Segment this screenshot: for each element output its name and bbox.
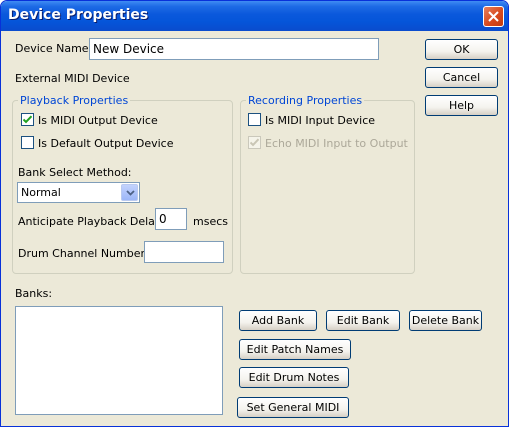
anticipate-delay-label: Anticipate Playback Delay:: [18, 215, 165, 228]
bank-select-method-dropdown[interactable]: Normal: [17, 182, 140, 203]
is-default-output-checkbox[interactable]: [21, 136, 34, 149]
edit-patch-names-button[interactable]: Edit Patch Names: [239, 339, 351, 360]
is-midi-output-checkbox[interactable]: [21, 113, 34, 126]
external-midi-label: External MIDI Device: [15, 72, 130, 85]
bank-select-method-label: Bank Select Method:: [18, 166, 132, 179]
recording-properties-title: Recording Properties: [246, 94, 365, 107]
banks-list[interactable]: [15, 306, 223, 415]
is-midi-output-label[interactable]: Is MIDI Output Device: [38, 114, 158, 127]
set-general-midi-button[interactable]: Set General MIDI: [237, 397, 349, 418]
drum-channel-input[interactable]: [144, 241, 224, 263]
cancel-button[interactable]: Cancel: [425, 67, 498, 88]
bank-select-method-value: Normal: [21, 186, 61, 199]
close-icon: [488, 11, 499, 22]
device-name-input[interactable]: [89, 38, 379, 60]
is-midi-input-label[interactable]: Is MIDI Input Device: [265, 114, 375, 127]
help-button[interactable]: Help: [425, 95, 498, 116]
checkmark-icon: [250, 138, 259, 147]
is-midi-input-checkbox[interactable]: [248, 113, 261, 126]
edit-drum-notes-button[interactable]: Edit Drum Notes: [239, 367, 349, 388]
anticipate-delay-unit: msecs: [193, 215, 228, 228]
delete-bank-button[interactable]: Delete Bank: [409, 310, 482, 331]
title-bar[interactable]: Device Properties: [1, 1, 508, 31]
ok-button[interactable]: OK: [425, 39, 498, 60]
banks-label: Banks:: [15, 287, 53, 300]
window-title: Device Properties: [8, 7, 149, 23]
echo-midi-input-label[interactable]: Echo MIDI Input to Output: [265, 137, 408, 150]
dropdown-arrow-button[interactable]: [121, 184, 138, 201]
add-bank-button[interactable]: Add Bank: [239, 310, 317, 331]
chevron-down-icon: [126, 190, 135, 196]
edit-bank-button[interactable]: Edit Bank: [326, 310, 400, 331]
anticipate-delay-input[interactable]: [155, 208, 187, 230]
is-default-output-label[interactable]: Is Default Output Device: [38, 137, 174, 150]
checkmark-icon: [23, 115, 32, 124]
playback-properties-title: Playback Properties: [18, 94, 131, 107]
echo-midi-input-checkbox[interactable]: [248, 136, 261, 149]
close-button[interactable]: [483, 6, 504, 27]
device-name-label: Device Name:: [15, 42, 93, 55]
drum-channel-label: Drum Channel Number(s):: [18, 247, 164, 260]
device-properties-dialog: Device Properties Device Name: External …: [0, 0, 509, 427]
